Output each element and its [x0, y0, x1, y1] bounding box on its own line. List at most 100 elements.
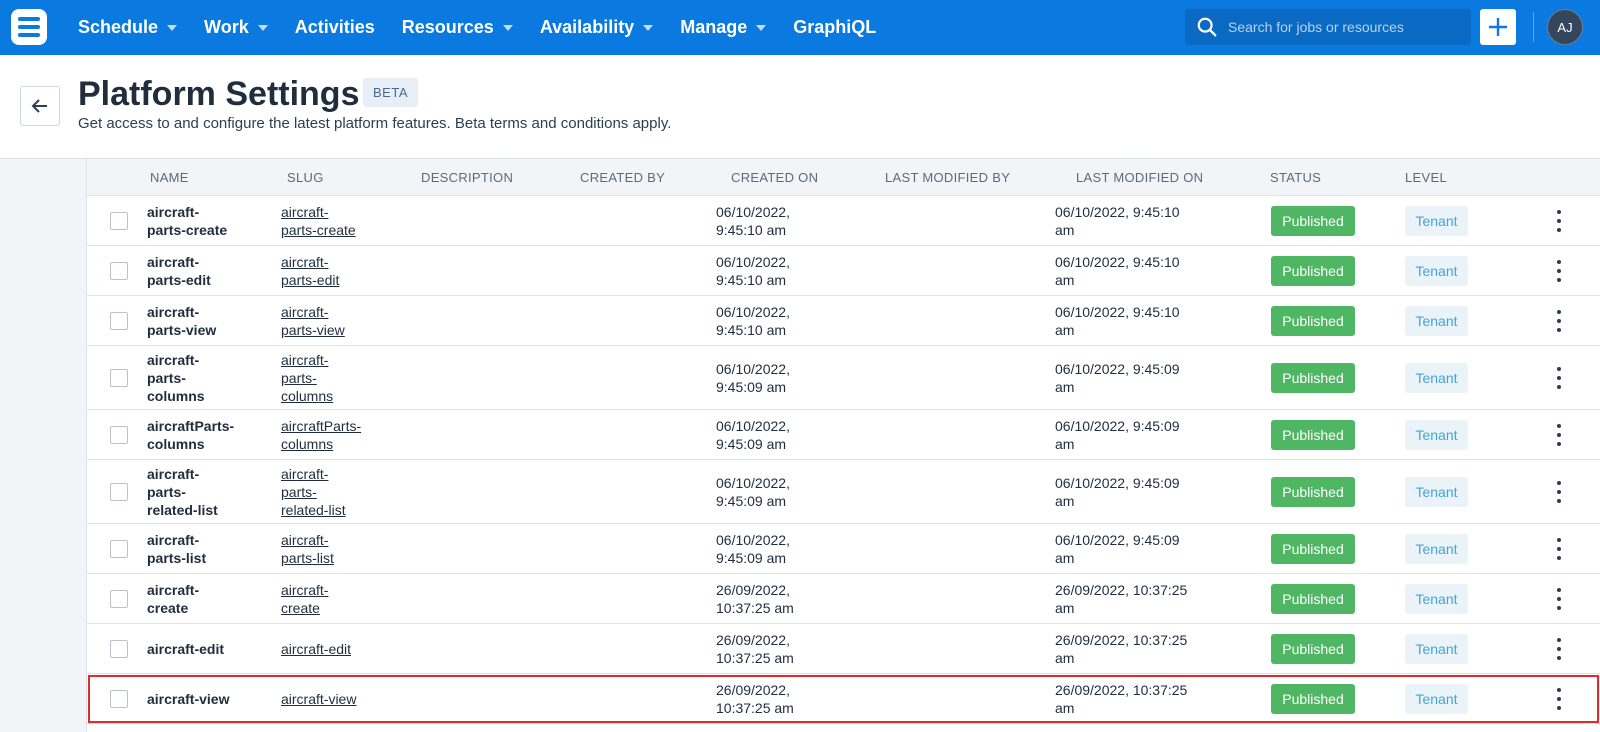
- row-slug-link-line: aircraft-view: [281, 691, 357, 707]
- row-slug-link[interactable]: aircraft-parts-create: [281, 203, 356, 239]
- more-options-icon[interactable]: [1553, 210, 1565, 232]
- row-slug-link[interactable]: aircraft-parts-list: [281, 531, 334, 567]
- more-options-icon[interactable]: [1553, 588, 1565, 610]
- more-options-icon[interactable]: [1553, 310, 1565, 332]
- row-checkbox[interactable]: [110, 426, 128, 444]
- row-slug-link-line: aircraft-: [281, 466, 329, 482]
- row-checkbox[interactable]: [110, 483, 128, 501]
- row-last-modified-on-line: am: [1055, 436, 1075, 452]
- table-row[interactable]: aircraft-create aircraft-create 26/09/2022…: [87, 574, 1600, 624]
- table-row[interactable]: aircraft-view aircraft-view 26/09/2022, 10:…: [87, 674, 1600, 724]
- nav-item-manage[interactable]: Manage: [680, 17, 767, 38]
- table-row[interactable]: aircraft-parts-edit aircraft-parts-edit 06…: [87, 246, 1600, 296]
- row-checkbox[interactable]: [110, 262, 128, 280]
- row-slug-link[interactable]: aircraft-parts-view: [281, 303, 345, 339]
- more-options-icon[interactable]: [1553, 367, 1565, 389]
- row-slug-link[interactable]: aircraft-view: [281, 690, 356, 708]
- row-slug-link[interactable]: aircraft-create: [281, 581, 328, 617]
- more-options-icon[interactable]: [1553, 260, 1565, 282]
- more-options-icon[interactable]: [1553, 424, 1565, 446]
- row-slug-link[interactable]: aircraft-edit: [281, 640, 351, 658]
- row-name-line: aircraftParts-: [147, 418, 235, 434]
- table-row[interactable]: aircraft-edit aircraft-edit 26/09/2022, 10:…: [87, 624, 1600, 674]
- column-header-created-on[interactable]: CREATED ON: [731, 170, 818, 185]
- row-created-on-line: 26/09/2022,: [716, 582, 790, 598]
- nav-item-resources[interactable]: Resources: [402, 17, 513, 38]
- column-header-last-modified-by[interactable]: LAST MODIFIED BY: [885, 170, 1010, 185]
- row-created-on-line: 10:37:25 am: [716, 650, 794, 666]
- row-last-modified-on-line: 06/10/2022, 9:45:10: [1055, 304, 1180, 320]
- row-checkbox[interactable]: [110, 640, 128, 658]
- table-row[interactable]: aircraft-parts-list aircraft-parts-list 06…: [87, 524, 1600, 574]
- row-checkbox[interactable]: [110, 312, 128, 330]
- chevron-down-icon: [643, 24, 654, 31]
- settings-table: NAME SLUG DESCRIPTION CREATED BY CREATED…: [87, 159, 1600, 724]
- row-name: aircraft-edit: [147, 640, 224, 658]
- row-last-modified-on-line: 06/10/2022, 9:45:09: [1055, 418, 1180, 434]
- arrow-left-icon: [31, 99, 47, 113]
- more-options-icon[interactable]: [1553, 638, 1565, 660]
- table-row[interactable]: aircraftParts-columns aircraftParts-colum…: [87, 410, 1600, 460]
- page-title: Platform Settings: [78, 75, 360, 113]
- column-header-level[interactable]: LEVEL: [1405, 170, 1447, 185]
- row-slug-link-line: related-list: [281, 502, 346, 518]
- app-logo-icon[interactable]: [11, 9, 47, 45]
- level-badge: Tenant: [1405, 256, 1468, 286]
- row-name-line: columns: [147, 388, 205, 404]
- table-row[interactable]: aircraft-parts-view aircraft-parts-view 06…: [87, 296, 1600, 346]
- row-name: aircraft-parts-view: [147, 303, 216, 339]
- nav-label: Activities: [294, 17, 375, 37]
- more-options-icon[interactable]: [1553, 481, 1565, 503]
- row-last-modified-on-line: am: [1055, 700, 1075, 716]
- more-options-icon[interactable]: [1553, 688, 1565, 710]
- column-header-last-modified-on[interactable]: LAST MODIFIED ON: [1076, 170, 1203, 185]
- row-checkbox[interactable]: [110, 369, 128, 387]
- row-slug-link[interactable]: aircraft-parts-columns: [281, 351, 333, 405]
- row-slug-link-line: parts-create: [281, 222, 356, 238]
- row-created-on-line: 06/10/2022,: [716, 361, 790, 377]
- row-slug-link-line: create: [281, 600, 320, 616]
- row-slug-link-line: aircraft-edit: [281, 641, 352, 657]
- column-header-status[interactable]: STATUS: [1270, 170, 1321, 185]
- add-button[interactable]: [1480, 9, 1516, 45]
- row-last-modified-on-line: 06/10/2022, 9:45:10: [1055, 254, 1180, 270]
- more-options-icon[interactable]: [1553, 538, 1565, 560]
- nav-item-activities[interactable]: Activities: [295, 17, 375, 38]
- row-created-on: 06/10/2022, 9:45:09 am: [716, 360, 790, 396]
- level-badge: Tenant: [1405, 477, 1468, 507]
- nav-item-schedule[interactable]: Schedule: [78, 17, 178, 38]
- search-input[interactable]: [1228, 19, 1468, 35]
- row-name-line: aircraft-edit: [147, 641, 225, 657]
- table-row[interactable]: aircraft-parts-columns aircraft-parts-col…: [87, 346, 1600, 410]
- nav-item-availability[interactable]: Availability: [540, 17, 654, 38]
- search-box[interactable]: [1185, 9, 1471, 45]
- row-slug-link-line: aircraft-: [281, 532, 329, 548]
- row-created-on-line: 9:45:09 am: [716, 436, 787, 452]
- back-button[interactable]: [20, 86, 60, 126]
- row-slug-link-line: aircraft-: [281, 582, 329, 598]
- search-icon: [1197, 17, 1217, 37]
- row-last-modified-on-line: 06/10/2022, 9:45:09: [1055, 361, 1180, 377]
- row-name: aircraft-parts-columns: [147, 351, 205, 405]
- row-checkbox[interactable]: [110, 540, 128, 558]
- table-row[interactable]: aircraft-parts-create aircraft-parts-crea…: [87, 196, 1600, 246]
- row-slug-link[interactable]: aircraft-parts-edit: [281, 253, 339, 289]
- table-row[interactable]: aircraft-parts-related-list aircraft-part…: [87, 460, 1600, 524]
- chevron-down-icon: [257, 24, 268, 31]
- nav-item-graphiql[interactable]: GraphiQL: [793, 17, 876, 38]
- row-checkbox[interactable]: [110, 590, 128, 608]
- column-header-description[interactable]: DESCRIPTION: [421, 170, 513, 185]
- row-slug-link[interactable]: aircraft-parts-related-list: [281, 465, 346, 519]
- nav-item-work[interactable]: Work: [204, 17, 268, 38]
- row-slug-link[interactable]: aircraftParts-columns: [281, 417, 361, 453]
- column-header-slug[interactable]: SLUG: [287, 170, 324, 185]
- row-checkbox[interactable]: [110, 212, 128, 230]
- avatar[interactable]: AJ: [1547, 9, 1583, 45]
- row-last-modified-on: 26/09/2022, 10:37:25 am: [1055, 631, 1187, 667]
- row-created-on: 26/09/2022, 10:37:25 am: [716, 581, 794, 617]
- row-name-line: parts-: [147, 484, 186, 500]
- column-header-created-by[interactable]: CREATED BY: [580, 170, 665, 185]
- column-header-name[interactable]: NAME: [150, 170, 189, 185]
- row-name: aircraft-parts-list: [147, 531, 206, 567]
- row-checkbox[interactable]: [110, 690, 128, 708]
